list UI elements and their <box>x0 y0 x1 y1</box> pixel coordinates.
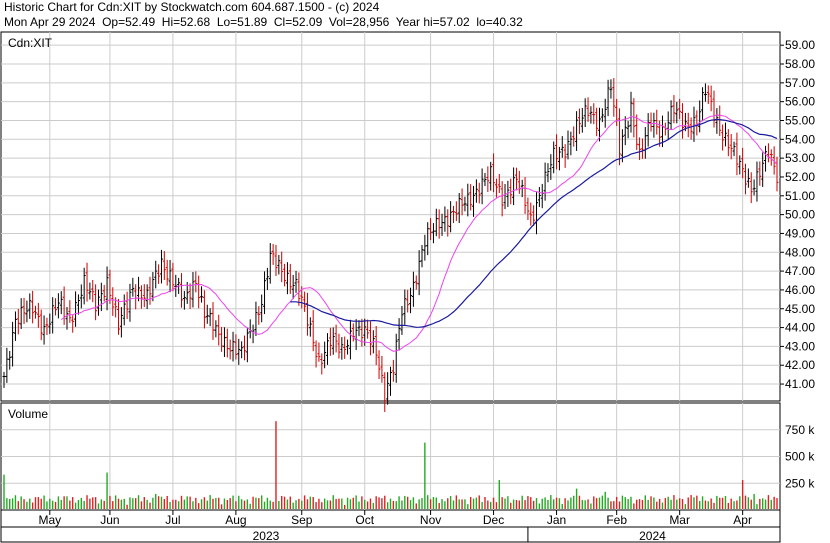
year-label: 2023 <box>253 529 280 543</box>
chart-canvas: 41.00 42.00 43.00 44.00 45.00 46.00 47.00 48.00… <box>0 31 815 543</box>
month-label: Dec <box>483 513 504 527</box>
price-pane-label: Cdn:XIT <box>8 36 53 50</box>
price-tick-label: 51.00 <box>785 189 815 203</box>
month-label: Jan <box>547 513 566 527</box>
price-tick-label: 43.00 <box>785 339 815 353</box>
month-label: Oct <box>355 513 374 527</box>
price-tick-label: 57.00 <box>785 76 815 90</box>
month-label: Jul <box>165 513 180 527</box>
price-tick-label: 44.00 <box>785 321 815 335</box>
price-tick-label: 50.00 <box>785 208 815 222</box>
price-bars <box>2 78 779 413</box>
price-tick-label: 45.00 <box>785 302 815 316</box>
price-pane-frame <box>0 31 781 402</box>
price-tick-label: 58.00 <box>785 57 815 71</box>
month-label: Nov <box>420 513 441 527</box>
price-tick-label: 48.00 <box>785 245 815 259</box>
volume-tick-label: 250 k <box>785 476 815 490</box>
stock-chart-root: Historic Chart for Cdn:XIT by Stockwatch… <box>0 0 830 543</box>
price-tick-label: 53.00 <box>785 151 815 165</box>
price-tick-label: 42.00 <box>785 358 815 372</box>
month-label: Mar <box>669 513 690 527</box>
price-tick-label: 47.00 <box>785 264 815 278</box>
month-label: Apr <box>733 513 752 527</box>
volume-bars <box>3 421 778 509</box>
month-label: Aug <box>225 513 246 527</box>
price-tick-label: 46.00 <box>785 283 815 297</box>
volume-pane-label: Volume <box>8 407 48 421</box>
price-tick-label: 55.00 <box>785 113 815 127</box>
year-label: 2024 <box>639 529 666 543</box>
price-tick-label: 41.00 <box>785 377 815 391</box>
volume-axis-ticks: 250 k 500 k 750 k <box>785 423 815 491</box>
price-axis-ticks: 41.00 42.00 43.00 44.00 45.00 46.00 47.00 48.00… <box>780 38 815 391</box>
price-tick-label: 49.00 <box>785 226 815 240</box>
grid-lines <box>1 32 780 510</box>
volume-tick-label: 500 k <box>785 450 815 464</box>
month-label: May <box>38 513 61 527</box>
month-label: Jun <box>100 513 119 527</box>
price-tick-label: 54.00 <box>785 132 815 146</box>
price-tick-label: 56.00 <box>785 95 815 109</box>
price-tick-label: 52.00 <box>785 170 815 184</box>
volume-tick-label: 750 k <box>785 423 815 437</box>
month-label: Sep <box>291 513 313 527</box>
price-tick-label: 59.00 <box>785 38 815 52</box>
month-label: Feb <box>606 513 627 527</box>
